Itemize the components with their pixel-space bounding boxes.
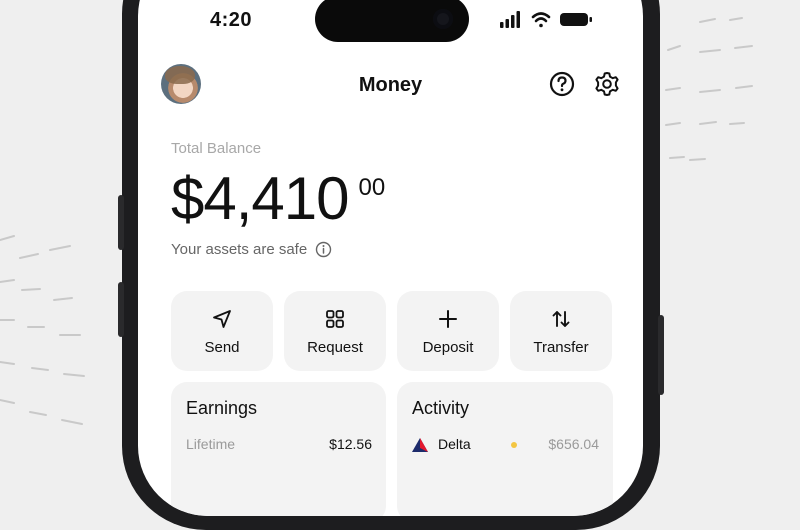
status-bar: 4:20: [138, 0, 643, 56]
app-header: Money: [138, 64, 643, 124]
pending-status-dot: [511, 442, 517, 448]
balance-amount: $4,410: [171, 165, 350, 232]
camera-icon: [433, 9, 453, 29]
dynamic-island: [315, 0, 469, 42]
assets-safe-text: Your assets are safe: [171, 241, 308, 258]
wifi-icon: [531, 12, 551, 28]
activity-row[interactable]: Delta $656.04: [412, 436, 599, 456]
total-balance: $4,410 00: [171, 167, 385, 231]
deposit-label: Deposit: [422, 339, 474, 356]
signal-icon: [500, 11, 520, 28]
help-icon[interactable]: [548, 70, 576, 98]
assets-safe-note: Your assets are safe: [171, 241, 332, 258]
battery-icon: [560, 13, 592, 26]
total-balance-label: Total Balance: [171, 140, 262, 157]
earnings-card[interactable]: Earnings Lifetime $12.56: [171, 382, 386, 516]
status-time: 4:20: [210, 9, 253, 31]
transfer-button[interactable]: Transfer: [510, 291, 612, 371]
deposit-button[interactable]: Deposit: [397, 291, 499, 371]
transfer-label: Transfer: [533, 339, 589, 356]
phone-screen: 4:20 Money Total Balance $4,410 00 Your …: [138, 0, 643, 516]
volume-button: [118, 282, 124, 337]
volume-button: [118, 195, 124, 250]
request-icon: [326, 310, 344, 328]
activity-card[interactable]: Activity Delta $656.04: [397, 382, 613, 516]
info-icon[interactable]: [315, 241, 332, 258]
plus-icon: [439, 310, 457, 328]
send-label: Send: [204, 339, 240, 356]
request-label: Request: [307, 339, 363, 356]
earnings-title: Earnings: [186, 398, 258, 418]
send-button[interactable]: Send: [171, 291, 273, 371]
balance-cents: 00: [358, 174, 386, 201]
earnings-row: Lifetime $12.56: [186, 436, 372, 456]
power-button: [658, 315, 664, 395]
status-icons: [500, 11, 592, 28]
send-icon: [213, 310, 231, 328]
transfer-icon: [552, 311, 570, 327]
quick-actions: Send Request Deposit Transfer: [171, 291, 613, 371]
request-button[interactable]: Request: [284, 291, 386, 371]
settings-icon[interactable]: [593, 70, 621, 98]
activity-title: Activity: [412, 398, 470, 418]
